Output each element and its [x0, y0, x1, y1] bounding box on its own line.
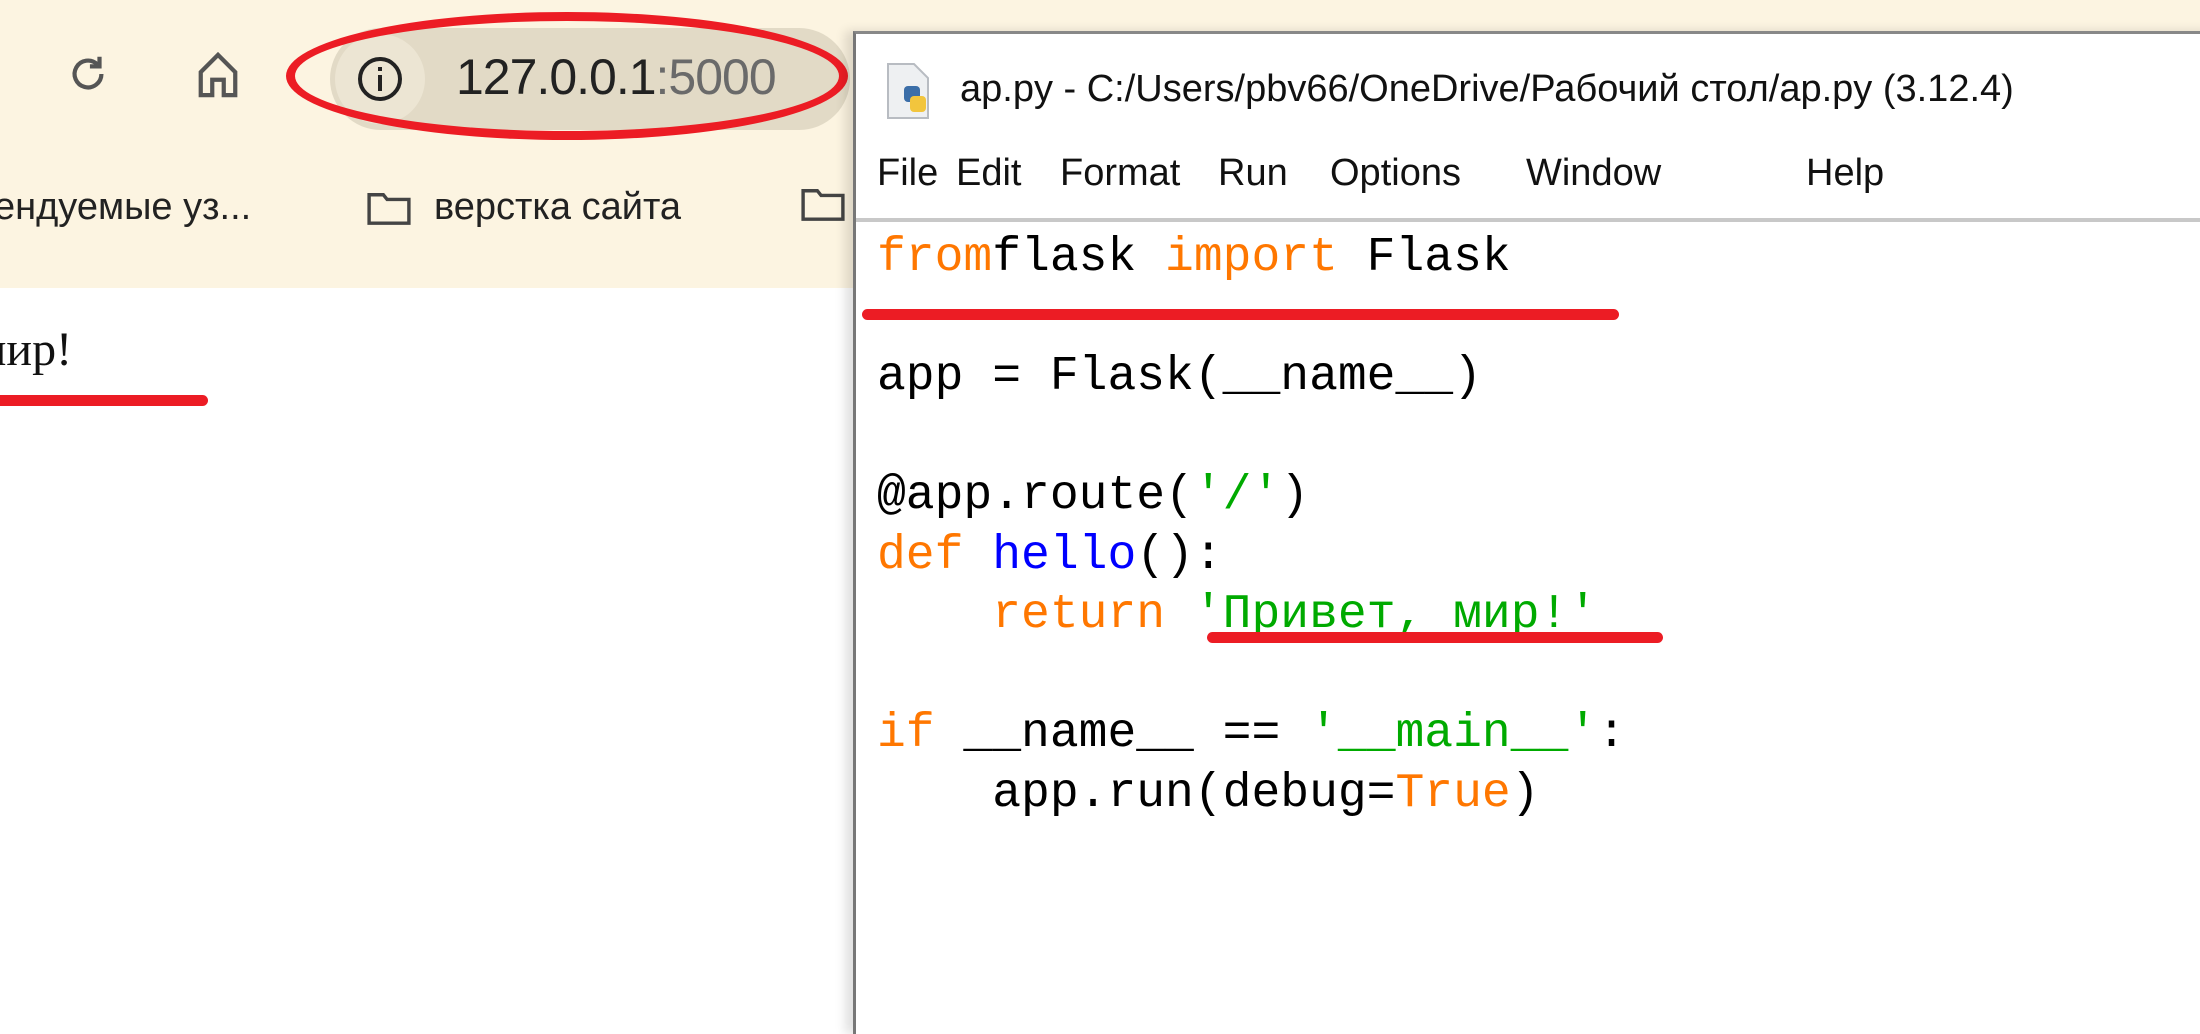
- menu-file[interactable]: File: [877, 152, 938, 195]
- code-line: def hello():: [877, 527, 1626, 587]
- python-file-icon: [887, 63, 929, 119]
- code-line: app = Flask(__name__): [877, 348, 1626, 408]
- reload-button[interactable]: [58, 44, 118, 104]
- menu-window[interactable]: Window: [1526, 152, 1661, 195]
- annotation-underline: [862, 309, 1619, 320]
- menu-bar: File Edit Format Run Options Window Help: [856, 142, 2200, 222]
- page-content-text: мир!: [0, 323, 73, 376]
- home-icon: [198, 51, 238, 98]
- code-token: ():: [1136, 528, 1223, 583]
- home-button[interactable]: [188, 44, 248, 104]
- code-token: @app.route(: [877, 469, 1194, 523]
- code-token: hello: [992, 528, 1137, 583]
- code-line: if __name__ == '__main__':: [877, 705, 1626, 765]
- reload-icon: [72, 56, 104, 90]
- code-line: @app.route('/'): [877, 467, 1626, 527]
- code-token: ): [1510, 766, 1540, 821]
- title-bar: ap.py - C:/Users/pbv66/OneDrive/Рабочий …: [856, 34, 2200, 142]
- code-token: if: [877, 707, 935, 761]
- code-line: fromflask import Flask: [877, 229, 1626, 289]
- code-token: True: [1395, 766, 1511, 821]
- code-token: import: [1165, 231, 1338, 285]
- bookmark-label: ендуемые уз...: [0, 186, 252, 228]
- code-token: def: [877, 528, 964, 583]
- code-token: from: [877, 231, 993, 285]
- annotation-underline: [0, 395, 208, 406]
- bookmark-recommended[interactable]: ендуемые уз...: [0, 186, 251, 229]
- bookmark-label: верстка сайта: [434, 186, 682, 228]
- folder-icon: [367, 192, 411, 225]
- menu-help[interactable]: Help: [1806, 152, 1884, 195]
- code-token: :: [1597, 707, 1626, 761]
- menu-run[interactable]: Run: [1218, 152, 1288, 195]
- code-token: ): [1280, 469, 1310, 523]
- code-token: Flask: [1337, 231, 1511, 285]
- idle-editor-window: ap.py - C:/Users/pbv66/OneDrive/Рабочий …: [853, 31, 2200, 1034]
- folder-icon: [801, 189, 845, 221]
- code-token: flask: [992, 231, 1166, 285]
- window-title: ap.py - C:/Users/pbv66/OneDrive/Рабочий …: [960, 68, 2014, 110]
- code-token: return: [992, 588, 1166, 642]
- code-line: app.run(debug=True): [877, 765, 1626, 825]
- menu-edit[interactable]: Edit: [956, 152, 1021, 195]
- menu-format[interactable]: Format: [1060, 152, 1180, 195]
- code-token: '/': [1193, 469, 1281, 523]
- menu-options[interactable]: Options: [1330, 152, 1461, 195]
- code-token: __name__ ==: [934, 707, 1310, 761]
- bookmark-folder-site-layout[interactable]: верстка сайта: [366, 186, 681, 229]
- code-token: app = Flask(__name__): [877, 350, 1482, 404]
- annotation-ellipse: [286, 12, 848, 140]
- code-token: '__main__': [1309, 707, 1598, 761]
- code-token: app.run(debug=: [877, 766, 1396, 821]
- annotation-underline: [1207, 632, 1663, 643]
